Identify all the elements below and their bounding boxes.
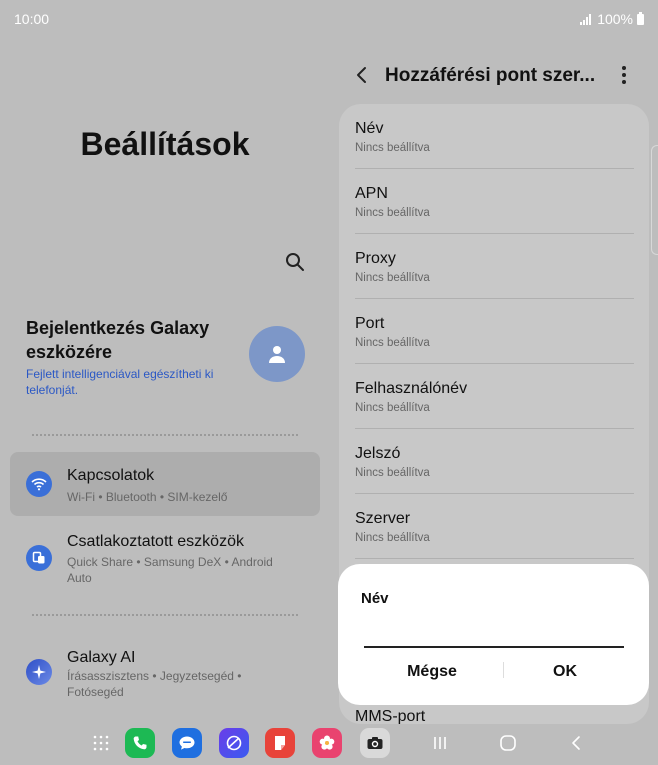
messages-icon[interactable] (172, 728, 202, 758)
menu-item-connected-devices[interactable]: Csatlakoztatott eszközök Quick Share • S… (10, 522, 320, 592)
field-label: Felhasználónév (355, 380, 468, 397)
gallery-icon[interactable] (312, 728, 342, 758)
back-icon[interactable] (352, 64, 372, 86)
field-password[interactable]: Jelszó Nincs beállítva (355, 429, 634, 494)
home-icon[interactable] (496, 732, 520, 754)
divider (32, 614, 298, 616)
person-icon (269, 346, 285, 363)
more-options-icon[interactable] (618, 64, 630, 88)
field-label: Név (355, 120, 384, 137)
name-input[interactable] (364, 622, 624, 648)
menu-item-galaxy-ai[interactable]: Galaxy AI Írásasszisztens • Jegyzetsegéd… (10, 636, 320, 708)
field-value: Nincs beállítva (355, 467, 430, 479)
account-title: Bejelentkezés Galaxy eszközére (26, 318, 210, 362)
internet-icon[interactable] (219, 728, 249, 758)
status-indicators: 100% (580, 11, 644, 27)
back-icon[interactable] (564, 732, 588, 754)
field-value: Nincs beállítva (355, 142, 430, 154)
field-value: Nincs beállítva (355, 272, 430, 284)
dialog-title: Név (361, 590, 389, 607)
menu-item-title: Csatlakoztatott eszközök (67, 533, 244, 550)
avatar[interactable] (249, 326, 305, 382)
apps-grid-icon[interactable] (86, 728, 116, 758)
menu-item-connections[interactable]: Kapcsolatok Wi-Fi • Bluetooth • SIM-keze… (10, 452, 320, 516)
field-label: Proxy (355, 250, 396, 267)
page-title: Beállítások (80, 126, 250, 162)
recents-icon[interactable] (428, 732, 452, 754)
divider (355, 558, 634, 559)
status-time: 10:00 (14, 11, 50, 27)
menu-item-subtitle: Írásasszisztens • Jegyzetsegéd • Fotóseg… (67, 669, 242, 699)
field-server[interactable]: Szerver Nincs beállítva (355, 494, 634, 559)
camera-icon[interactable] (360, 728, 390, 758)
menu-item-subtitle: Wi-Fi • Bluetooth • SIM-kezelő (67, 490, 228, 504)
battery-icon (637, 11, 644, 25)
apn-header: Hozzáférési pont szer... (338, 56, 658, 96)
menu-item-title: Kapcsolatok (67, 467, 155, 484)
phone-icon[interactable] (125, 728, 155, 758)
notes-icon[interactable] (265, 728, 295, 758)
field-value: Nincs beállítva (355, 337, 430, 349)
field-label: APN (355, 185, 388, 202)
signal-icon (580, 13, 592, 25)
field-label: Jelszó (355, 445, 401, 462)
status-bar: 10:00 100% (0, 0, 658, 36)
account-subtitle: Fejlett intelligenciával egészítheti ki … (26, 367, 214, 397)
scrollbar-handle[interactable] (651, 145, 658, 255)
field-label: MMS-port (355, 708, 426, 724)
field-value: Nincs beállítva (355, 207, 430, 219)
field-value: Nincs beállítva (355, 402, 430, 414)
wifi-icon (26, 471, 52, 497)
battery-level: 100% (597, 11, 633, 27)
search-icon[interactable] (283, 250, 307, 274)
cancel-button[interactable]: Mégse (367, 660, 497, 684)
field-username[interactable]: Felhasználónév Nincs beállítva (355, 364, 634, 429)
field-value: Nincs beállítva (355, 532, 430, 544)
field-label: Szerver (355, 510, 411, 527)
field-name[interactable]: Név Nincs beállítva (355, 104, 634, 169)
sparkle-icon (26, 659, 52, 685)
menu-item-subtitle: Quick Share • Samsung DeX • Android Auto (67, 555, 273, 585)
settings-panel: Beállítások Bejelentkezés Galaxy eszközé… (0, 36, 330, 726)
ok-button[interactable]: OK (500, 660, 630, 684)
devices-icon (26, 545, 52, 571)
field-apn[interactable]: APN Nincs beállítva (355, 169, 634, 234)
field-proxy[interactable]: Proxy Nincs beállítva (355, 234, 634, 299)
account-signin[interactable]: Bejelentkezés Galaxy eszközére Fejlett i… (26, 316, 316, 406)
page-title: Hozzáférési pont szer... (385, 65, 596, 86)
field-port[interactable]: Port Nincs beállítva (355, 299, 634, 364)
menu-item-title: Galaxy AI (67, 649, 136, 666)
field-label: Port (355, 315, 385, 332)
name-dialog: Név Mégse OK (338, 564, 649, 705)
divider (32, 434, 298, 436)
taskbar (0, 724, 658, 765)
